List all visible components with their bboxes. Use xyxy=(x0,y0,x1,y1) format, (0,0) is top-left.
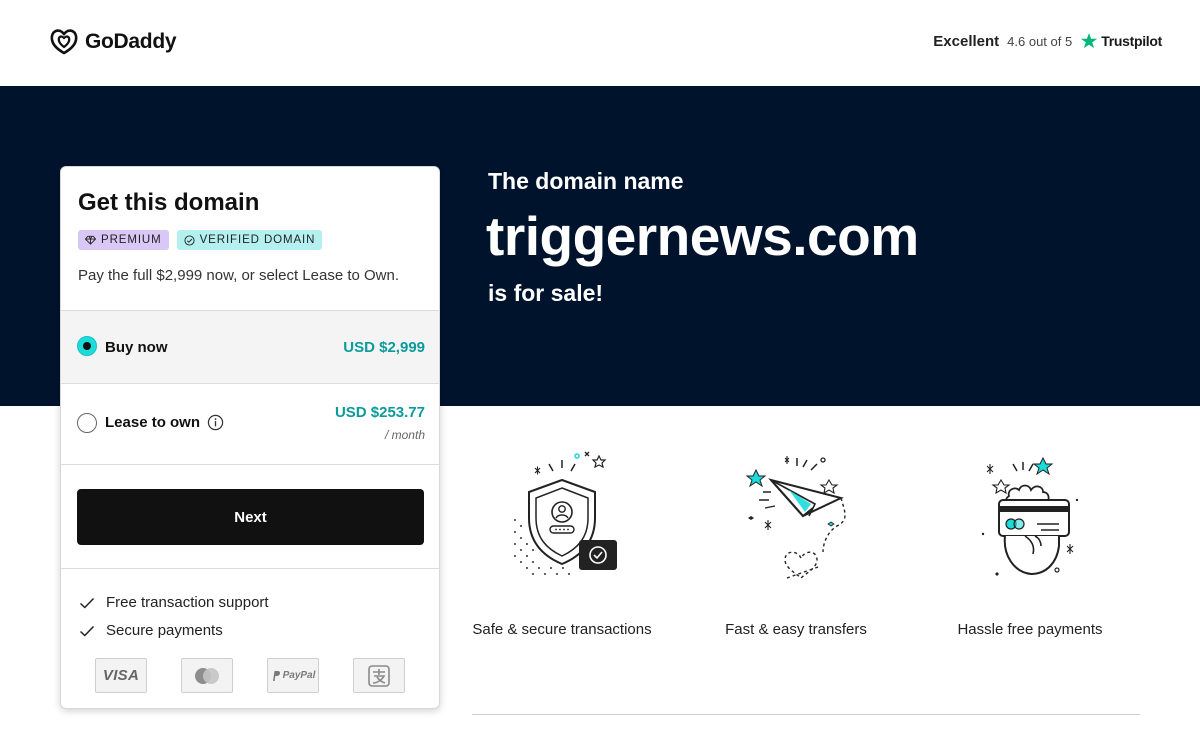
mastercard-logo xyxy=(195,667,219,684)
lease-price: USD $253.77 xyxy=(334,404,425,421)
next-button[interactable]: Next xyxy=(77,489,424,545)
trustpilot-text: Trustpilot xyxy=(1101,33,1162,49)
lease-to-own-radio[interactable] xyxy=(77,413,97,433)
benefit-hassle-free: Hassle free payments xyxy=(940,450,1120,642)
godaddy-logo-icon xyxy=(50,29,78,55)
benefit-label: Hassle free payments xyxy=(957,621,1103,638)
alipay-icon xyxy=(353,658,405,693)
purchase-card: Get this domain PREMIUM VERIFIED DOMAIN … xyxy=(60,166,440,709)
feature-item: Free transaction support xyxy=(79,594,269,611)
lease-period: / month xyxy=(384,428,425,442)
godaddy-logo[interactable]: GoDaddy xyxy=(49,28,177,55)
site-header: GoDaddy Excellent 4.6 out of 5 Trustpilo… xyxy=(0,0,1200,86)
trustpilot-star-icon xyxy=(1081,33,1098,49)
verified-check-icon xyxy=(184,234,195,246)
shield-icon xyxy=(514,451,617,575)
paypal-glyph xyxy=(272,670,280,681)
lease-to-own-option[interactable]: Lease to own USD $253.77 / month xyxy=(61,383,439,465)
benefit-safe-secure: Safe & secure transactions xyxy=(472,450,652,642)
hero-kicker: The domain name xyxy=(488,168,684,194)
pricing-description: Pay the full $2,999 now, or select Lease… xyxy=(78,267,400,284)
buy-now-option[interactable]: Buy now USD $2,999 xyxy=(61,310,439,384)
feature-text: Secure payments xyxy=(106,622,223,639)
benefit-label: Fast & easy transfers xyxy=(725,621,867,638)
hero-for-sale: is for sale! xyxy=(488,280,604,306)
visa-text: VISA xyxy=(102,667,140,684)
domain-badges: PREMIUM VERIFIED DOMAIN xyxy=(78,230,323,250)
payment-methods: VISA PayPal xyxy=(95,658,405,693)
verified-badge-label: VERIFIED DOMAIN xyxy=(199,234,316,246)
card-title: Get this domain xyxy=(78,189,260,216)
paypal-icon: PayPal xyxy=(267,658,319,693)
lease-to-own-label-text: Lease to own xyxy=(105,414,201,431)
trust-score: 4.6 out of 5 xyxy=(1007,33,1073,49)
verified-badge: VERIFIED DOMAIN xyxy=(176,230,323,250)
premium-badge: PREMIUM xyxy=(78,230,169,250)
paper-plane-icon xyxy=(745,456,846,579)
paypal-text: PayPal xyxy=(282,670,316,681)
check-icon xyxy=(79,625,95,637)
next-section: Next xyxy=(61,464,439,569)
visa-icon: VISA xyxy=(95,658,147,693)
payment-card-icon xyxy=(981,456,1079,576)
trustpilot-brand: Trustpilot xyxy=(1080,32,1162,50)
lease-to-own-label: Lease to own xyxy=(105,414,224,431)
buy-now-label: Buy now xyxy=(105,339,168,356)
info-icon[interactable] xyxy=(207,414,224,431)
trust-rating-label: Excellent xyxy=(933,32,1000,50)
buy-now-radio[interactable] xyxy=(77,336,97,356)
benefit-fast-transfers: Fast & easy transfers xyxy=(706,450,886,642)
logo-text: GoDaddy xyxy=(85,29,177,53)
domain-name-title: triggernews.com xyxy=(486,205,919,267)
features-section: Free transaction support Secure payments… xyxy=(61,568,439,708)
premium-badge-label: PREMIUM xyxy=(101,234,162,246)
alipay-logo xyxy=(368,664,390,687)
trustpilot-rating[interactable]: Excellent 4.6 out of 5 Trustpilot xyxy=(933,32,1162,50)
feature-text: Free transaction support xyxy=(106,594,269,611)
feature-item: Secure payments xyxy=(79,622,223,639)
buy-now-label-text: Buy now xyxy=(105,339,168,356)
check-icon xyxy=(79,597,95,609)
buy-now-price: USD $2,999 xyxy=(343,339,425,356)
section-divider xyxy=(472,714,1140,715)
mastercard-icon xyxy=(181,658,233,693)
benefit-label: Safe & secure transactions xyxy=(472,621,652,638)
diamond-icon xyxy=(85,235,96,245)
